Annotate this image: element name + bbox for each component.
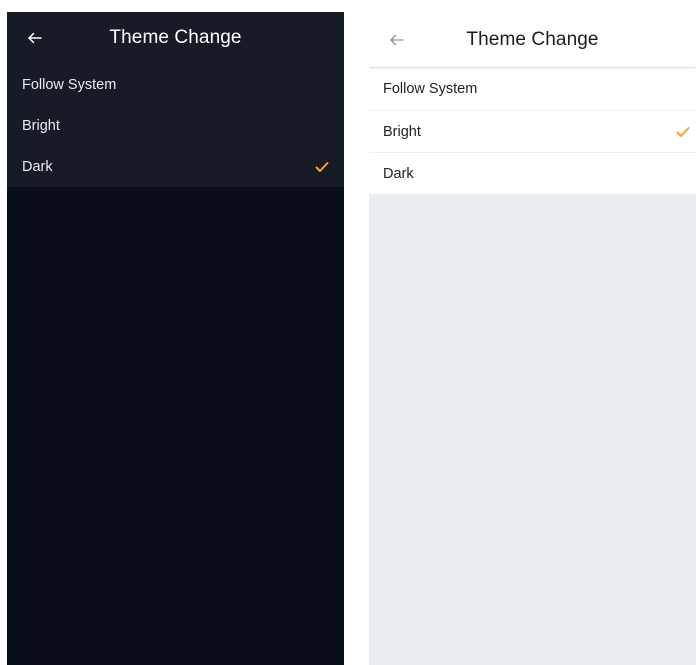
option-label: Dark bbox=[22, 158, 53, 175]
option-label: Dark bbox=[383, 165, 414, 182]
theme-options-list: Follow System Bright Dark bbox=[7, 64, 344, 187]
arrow-left-icon bbox=[28, 32, 42, 44]
option-bright[interactable]: Bright bbox=[7, 105, 344, 146]
option-label: Bright bbox=[383, 123, 421, 140]
arrow-left-icon bbox=[390, 34, 404, 45]
page-title: Theme Change bbox=[109, 27, 242, 48]
app-bar: Theme Change bbox=[7, 12, 344, 64]
option-follow-system[interactable]: Follow System bbox=[369, 68, 696, 110]
option-dark[interactable]: Dark bbox=[7, 146, 344, 187]
light-theme-screen: Theme Change Follow System Bright Dark bbox=[369, 12, 696, 665]
page-title: Theme Change bbox=[466, 28, 599, 50]
option-dark[interactable]: Dark bbox=[369, 152, 696, 194]
screenshot-canvas: Theme Change Follow System Bright Dark T… bbox=[0, 0, 696, 665]
back-button[interactable] bbox=[21, 24, 49, 52]
theme-options-list: Follow System Bright Dark bbox=[369, 68, 696, 194]
dark-theme-screen: Theme Change Follow System Bright Dark bbox=[7, 12, 344, 665]
option-label: Follow System bbox=[22, 76, 117, 93]
back-button[interactable] bbox=[383, 26, 411, 54]
option-label: Follow System bbox=[383, 81, 478, 97]
option-follow-system[interactable]: Follow System bbox=[7, 64, 344, 105]
checkmark-icon bbox=[676, 126, 690, 137]
app-bar: Theme Change bbox=[369, 12, 696, 68]
checkmark-icon bbox=[315, 161, 329, 172]
option-label: Bright bbox=[22, 117, 60, 134]
option-bright[interactable]: Bright bbox=[369, 110, 696, 152]
